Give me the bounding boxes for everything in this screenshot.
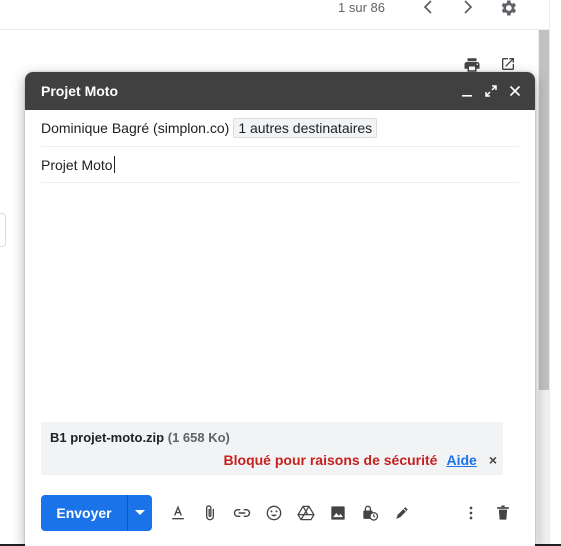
gmail-page: 1 sur 86 Projet Moto Dominique Bagré (si…: [0, 0, 561, 546]
recipients-field[interactable]: Dominique Bagré (simplon.co) 1 autres de…: [41, 110, 519, 147]
open-in-new-icon[interactable]: [500, 56, 516, 72]
scrollbar-thumb[interactable]: [539, 30, 549, 390]
send-button-group: Envoyer: [41, 495, 152, 531]
attachment-size: (1 658 Ko): [167, 430, 230, 445]
insert-photo-icon[interactable]: [322, 497, 354, 529]
chevron-right-icon[interactable]: [458, 0, 478, 16]
trash-icon[interactable]: [487, 497, 519, 529]
attach-file-icon[interactable]: [194, 497, 226, 529]
send-options-icon[interactable]: [127, 495, 152, 531]
compose-window: Projet Moto Dominique Bagré (simplon.co)…: [25, 72, 535, 546]
subject-field[interactable]: Projet Moto: [41, 147, 519, 183]
background-panel-edge: [0, 213, 6, 247]
divider: [549, 0, 550, 546]
minimize-icon[interactable]: [455, 79, 479, 103]
security-warning: Bloqué pour raisons de sécurité: [223, 452, 438, 468]
recipient-name[interactable]: Dominique Bagré (simplon.co): [41, 120, 229, 136]
confidential-mode-icon[interactable]: [354, 497, 386, 529]
compose-toolbar: Envoyer: [41, 495, 519, 531]
send-button[interactable]: Envoyer: [41, 495, 127, 531]
drive-icon[interactable]: [290, 497, 322, 529]
pager-count: 1 sur 86: [338, 0, 385, 15]
help-link[interactable]: Aide: [446, 452, 476, 468]
signature-icon[interactable]: [386, 497, 418, 529]
message-body[interactable]: [41, 184, 519, 420]
close-icon[interactable]: [503, 79, 527, 103]
attachment-info: B1 projet-moto.zip (1 658 Ko): [50, 430, 494, 445]
attachment-name: B1 projet-moto.zip: [50, 430, 165, 445]
remove-attachment-icon[interactable]: ×: [489, 452, 497, 468]
more-options-icon[interactable]: [455, 497, 487, 529]
gear-icon[interactable]: [498, 0, 518, 18]
compose-header[interactable]: Projet Moto: [25, 72, 535, 110]
message-toolbar: 1 sur 86: [0, 0, 549, 30]
subject-text[interactable]: Projet Moto: [41, 157, 113, 173]
format-text-icon[interactable]: [162, 497, 194, 529]
fullscreen-icon[interactable]: [479, 79, 503, 103]
chevron-left-icon[interactable]: [418, 0, 438, 16]
text-cursor: [113, 156, 115, 173]
emoji-icon[interactable]: [258, 497, 290, 529]
insert-link-icon[interactable]: [226, 497, 258, 529]
attachment-warning-row: Bloqué pour raisons de sécurité Aide ×: [224, 452, 497, 468]
compose-title: Projet Moto: [41, 83, 118, 99]
more-recipients-chip[interactable]: 1 autres destinataires: [233, 118, 378, 138]
attachment-card[interactable]: B1 projet-moto.zip (1 658 Ko) Bloqué pou…: [41, 422, 503, 475]
